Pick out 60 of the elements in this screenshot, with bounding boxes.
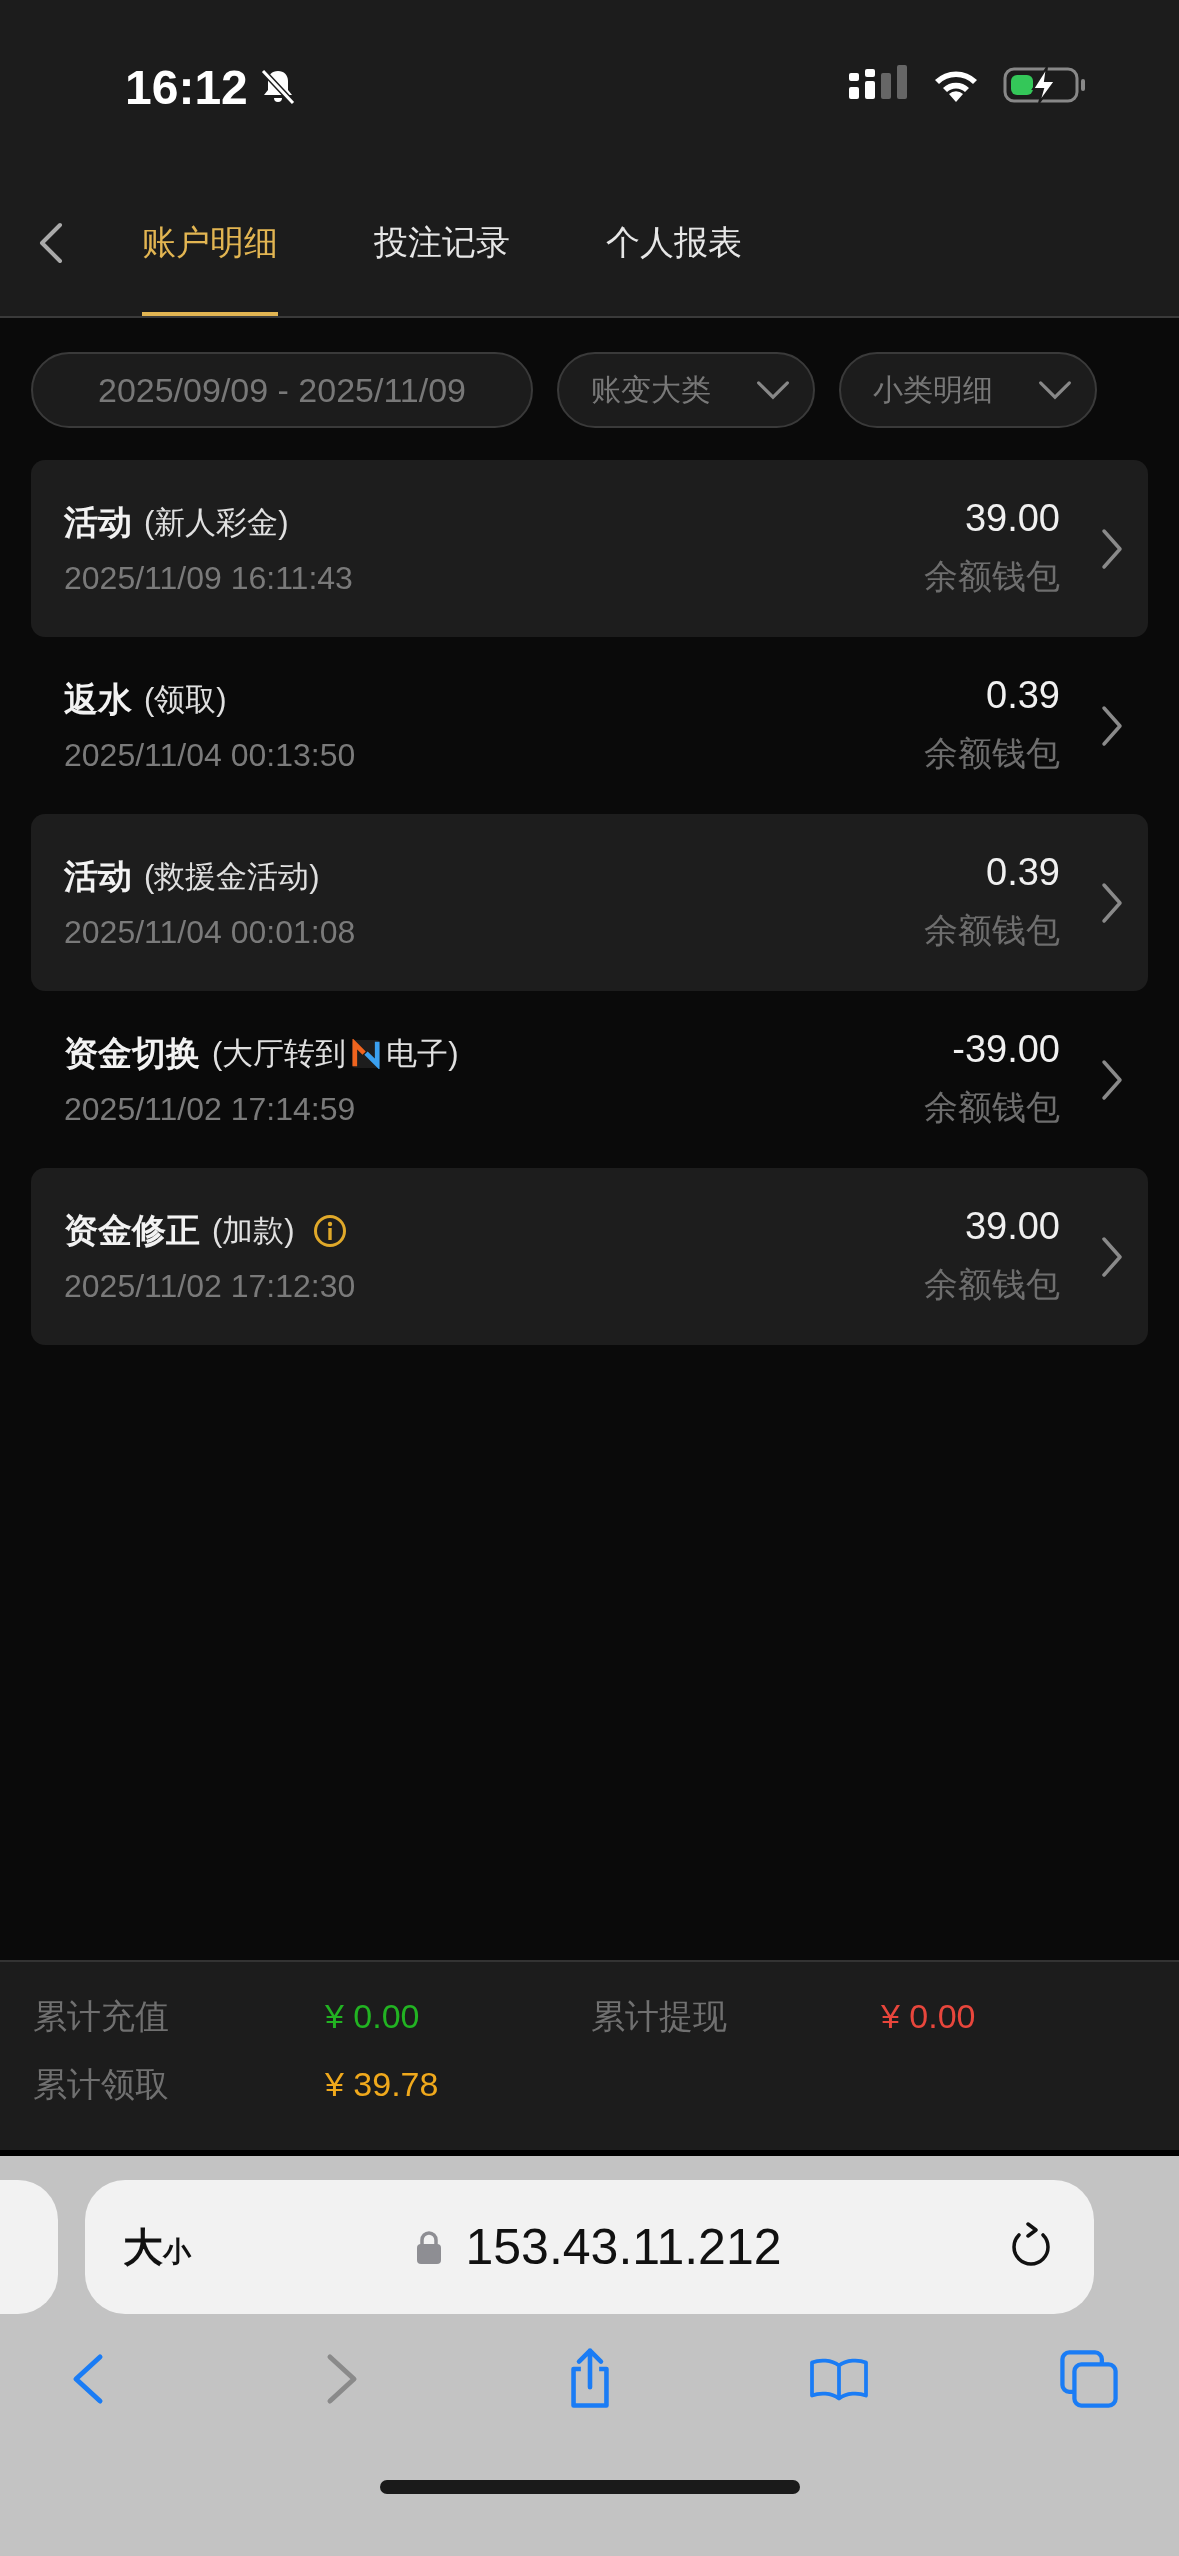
record-time: 2025/11/04 00:13:50 [64,737,357,774]
tab[interactable]: 投注记录 [374,170,510,316]
summary-value: ¥ 0.00 [881,1996,977,2037]
dropdown-label: 小类明细 [873,371,993,408]
record-amount: 0.39 [986,851,1060,894]
wallet-label: 余额钱包 [924,1264,1060,1305]
record-time: 2025/11/04 00:01:08 [64,914,357,951]
chevron-right-icon [1100,703,1124,748]
date-range-field[interactable]: 2025/09/09 - 2025/11/09 [31,352,533,428]
record-title: 返水 [64,679,132,720]
summary-value: ¥ 0.00 [325,1996,421,2037]
chevron-down-icon [755,379,791,401]
game-logo-icon [352,1039,381,1069]
record-time: 2025/11/09 16:11:43 [64,560,354,597]
tab[interactable]: 账户明细 [142,170,278,316]
record-amount: 39.00 [964,497,1060,540]
wallet-label: 余额钱包 [924,910,1060,951]
address-bar[interactable]: 大小 153.43.11.212 [85,2180,1094,2314]
record-detail: 电子) [386,1035,459,1073]
summary-label: 累计提现 [591,1996,728,2037]
dropdown-label: 账变大类 [591,371,711,408]
record-amount: 39.00 [964,1205,1060,1248]
summary-label: 累计领取 [33,2064,170,2105]
chevron-right-icon [1100,1234,1124,1279]
record-time: 2025/11/02 17:14:59 [64,1091,357,1128]
tab[interactable]: 个人报表 [606,170,742,316]
previous-tab-card[interactable] [0,2180,58,2314]
tabs-icon[interactable] [1059,2347,1119,2411]
record-detail: (领取) [144,681,227,719]
record-detail: (加款) [212,1212,295,1250]
record-title: 资金切换 [64,1033,200,1074]
chevron-right-icon [1100,1057,1124,1102]
lock-icon [415,2229,444,2265]
url-text: 153.43.11.212 [465,2218,782,2276]
record-time: 2025/11/02 17:12:30 [64,1268,357,1305]
record-detail: (救援金活动) [144,858,320,896]
wallet-label: 余额钱包 [924,1087,1060,1128]
subcategory-dropdown[interactable]: 小类明细 [839,352,1097,428]
summary-label: 累计充值 [33,1996,170,2037]
record-title: 活动 [64,856,132,897]
wallet-label: 余额钱包 [924,556,1060,597]
record-amount: -39.00 [952,1028,1060,1071]
record-card[interactable]: 活动 (救援金活动) 2025/11/04 00:01:08 0.39 余额钱包 [31,814,1148,991]
record-card[interactable]: 活动 (新人彩金) 2025/11/09 16:11:43 39.00 余额钱包 [31,460,1148,637]
chevron-right-icon [1100,526,1124,571]
record-title: 活动 [64,502,132,543]
record-detail: (新人彩金) [144,504,289,542]
record-title: 资金修正 [64,1210,200,1251]
record-card[interactable]: 资金修正 (加款) 2025/11/02 17:12:30 39.00 余额钱包 [31,1168,1148,1345]
category-dropdown[interactable]: 账变大类 [557,352,815,428]
status-time: 16:12 [125,59,248,115]
chevron-down-icon [1037,379,1073,401]
chevron-right-icon [1100,880,1124,925]
record-amount: 0.39 [986,674,1060,717]
info-icon[interactable] [312,1214,347,1248]
wallet-label: 余额钱包 [924,733,1060,774]
summary-value: ¥ 39.78 [325,2064,440,2105]
page-format-button[interactable]: 大小 [123,2219,191,2275]
battery-charging-icon [1003,65,1087,105]
record-detail: (大厅转到 [212,1035,347,1073]
